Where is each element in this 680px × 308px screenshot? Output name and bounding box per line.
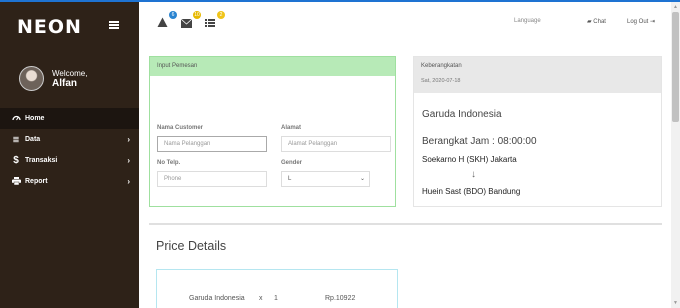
brand-logo: NEON	[17, 16, 82, 38]
top-navbar: 6 10 2 Language ▰ Chat Log Out ⇥	[139, 2, 680, 40]
list-icon: ≣	[12, 135, 20, 144]
dashboard-icon	[11, 114, 21, 123]
departure-date: Sat, 2020-07-18	[421, 78, 461, 84]
departure-time: Berangkat Jam : 08:00:00	[422, 136, 537, 147]
logout-icon: ⇥	[650, 19, 656, 25]
chat-label: Chat	[593, 19, 606, 25]
user-profile: Welcome, Alfan	[0, 60, 139, 104]
scroll-down-arrow[interactable]: ▼	[673, 300, 678, 306]
price-details-box: Garuda Indonesia x 1 Rp.10922	[156, 269, 398, 308]
sidebar-item-label: Data	[25, 136, 41, 143]
sidebar-nav: Home ≣ Data › $ Transaksi › Report ›	[0, 108, 139, 192]
tasks-icon[interactable]: 2	[205, 11, 225, 27]
input-pemesan-card: Input Pemesan Nama Customer Nama Pelangg…	[149, 56, 396, 207]
sidebar-item-label: Transaksi	[25, 157, 58, 164]
chat-icon: ▰	[587, 19, 592, 25]
mail-badge: 10	[193, 11, 201, 19]
chat-link[interactable]: ▰ Chat	[587, 18, 606, 25]
mail-icon[interactable]: 10	[180, 11, 201, 28]
alamat-label: Alamat	[281, 125, 302, 131]
customer-placeholder: Nama Pelanggan	[164, 141, 211, 147]
price-amount: Rp.10922	[325, 295, 356, 302]
scroll-up-arrow[interactable]: ▲	[673, 4, 678, 10]
username: Alfan	[52, 78, 77, 89]
sidebar-item-label: Home	[25, 115, 45, 122]
language-selector[interactable]: Language	[514, 18, 541, 24]
gender-select[interactable]: L ⌄	[281, 171, 370, 187]
sidebar-item-report[interactable]: Report ›	[0, 171, 139, 192]
gender-label: Gender	[281, 160, 303, 166]
alamat-placeholder: Alamat Pelanggan	[288, 141, 338, 147]
arrow-down-icon: ↓	[471, 169, 476, 180]
card-title: Keberangkatan	[421, 63, 462, 69]
main-content: Input Pemesan Nama Customer Nama Pelangg…	[139, 40, 671, 308]
chevron-down-icon: ⌄	[359, 176, 365, 182]
alamat-input[interactable]: Alamat Pelanggan	[281, 136, 391, 152]
logout-link[interactable]: Log Out ⇥	[627, 18, 655, 25]
gender-value: L	[288, 176, 292, 182]
telp-label: No Telp.	[157, 160, 181, 166]
chevron-right-icon: ›	[127, 177, 130, 186]
menu-toggle-icon[interactable]	[109, 21, 119, 29]
price-airline: Garuda Indonesia	[189, 295, 245, 302]
price-details-title: Price Details	[156, 239, 227, 253]
card-header: Keberangkatan Sat, 2020-07-18	[414, 57, 661, 93]
price-times: x	[259, 295, 263, 302]
alert-badge: 6	[169, 11, 177, 19]
sidebar-item-data[interactable]: ≣ Data ›	[0, 129, 139, 150]
vertical-scrollbar[interactable]: ▲ ▼	[671, 2, 680, 308]
card-title: Input Pemesan	[150, 57, 395, 76]
welcome-text: Welcome,	[52, 69, 88, 78]
tasks-badge: 2	[217, 11, 225, 19]
phone-placeholder: Phone	[164, 176, 182, 182]
sidebar-item-label: Report	[25, 178, 48, 185]
chevron-right-icon: ›	[127, 135, 130, 144]
origin-airport: Soekarno H (SKH) Jakarta	[422, 155, 517, 164]
alert-icon[interactable]: 6	[157, 11, 177, 27]
sidebar-item-transaksi[interactable]: $ Transaksi ›	[0, 150, 139, 171]
section-divider	[149, 223, 662, 225]
avatar	[19, 66, 44, 91]
phone-input[interactable]: Phone	[157, 171, 267, 187]
scroll-thumb[interactable]	[672, 12, 679, 122]
chevron-right-icon: ›	[127, 156, 130, 165]
sidebar: NEON Welcome, Alfan Home ≣ Data › $ Tran…	[0, 2, 139, 308]
customer-name-input[interactable]: Nama Pelanggan	[157, 136, 267, 152]
brand-bar: NEON	[0, 2, 139, 49]
customer-label: Nama Customer	[157, 125, 204, 131]
keberangkatan-card: Keberangkatan Sat, 2020-07-18 Garuda Ind…	[413, 56, 662, 207]
airline-name: Garuda Indonesia	[422, 109, 502, 120]
printer-icon	[11, 176, 21, 187]
logout-label: Log Out	[627, 19, 649, 25]
dollar-icon: $	[13, 155, 19, 166]
price-qty: 1	[274, 295, 278, 302]
sidebar-item-home[interactable]: Home	[0, 108, 139, 129]
destination-airport: Huein Sast (BDO) Bandung	[422, 187, 521, 196]
